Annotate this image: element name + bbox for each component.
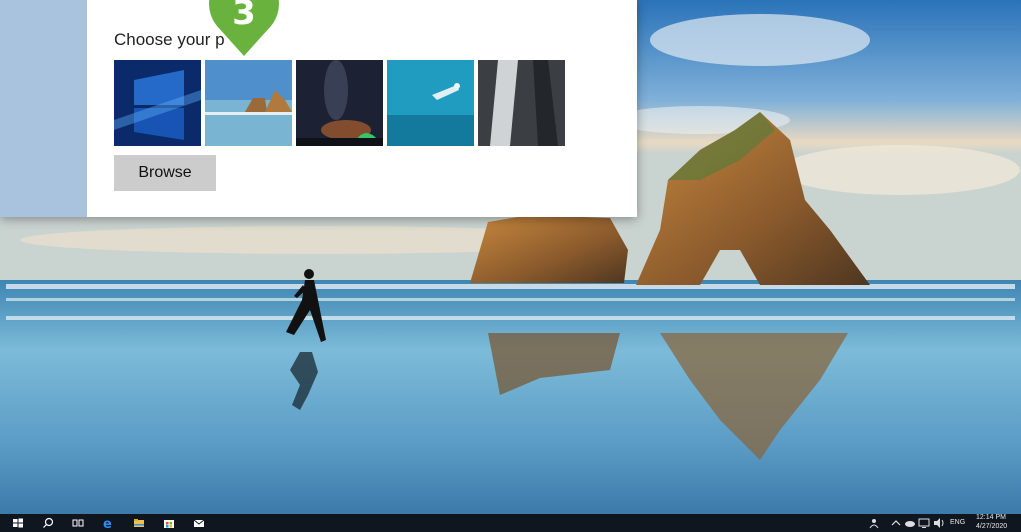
svg-text:e: e [103, 517, 112, 529]
thumbnail-beach-rock[interactable] [205, 60, 292, 146]
thumbnail-underwater-swimmer[interactable] [387, 60, 474, 146]
settings-window: Choose your p Browse [0, 0, 637, 217]
chevron-up-icon[interactable] [890, 517, 902, 529]
windows-start-icon[interactable] [12, 517, 24, 529]
mail-icon[interactable] [193, 517, 205, 529]
waterfall-thumbnail-image [478, 60, 565, 146]
people-icon[interactable] [869, 517, 881, 529]
clock-date[interactable]: 4/27/2020 [976, 523, 1007, 530]
onedrive-cloud-icon[interactable] [904, 517, 916, 529]
store-icon[interactable] [163, 517, 175, 529]
night-sky-thumbnail-image [296, 60, 383, 146]
beach-rock-thumbnail-image [205, 60, 292, 146]
network-icon[interactable] [918, 517, 930, 529]
volume-icon[interactable] [933, 517, 945, 529]
thumbnail-night-sky[interactable] [296, 60, 383, 146]
clock-time[interactable]: 12:14 PM [976, 514, 1006, 521]
task-view-icon[interactable] [72, 517, 84, 529]
settings-sidebar [0, 0, 87, 217]
windows-hero-thumbnail-image [114, 60, 201, 146]
step-number: 3 [232, 0, 256, 33]
thumbnail-windows-hero[interactable] [114, 60, 201, 146]
choose-picture-heading: Choose your p [114, 30, 225, 49]
browse-button[interactable]: Browse [114, 155, 216, 191]
file-explorer-icon[interactable] [133, 517, 145, 529]
search-icon[interactable] [42, 517, 54, 529]
underwater-thumbnail-image [387, 60, 474, 146]
edge-browser-icon[interactable]: e [103, 517, 115, 529]
taskbar: e ENG 12:14 PM 4/27/2020 [0, 514, 1021, 532]
language-indicator[interactable]: ENG [950, 519, 965, 526]
thumbnail-waterfall[interactable] [478, 60, 565, 146]
